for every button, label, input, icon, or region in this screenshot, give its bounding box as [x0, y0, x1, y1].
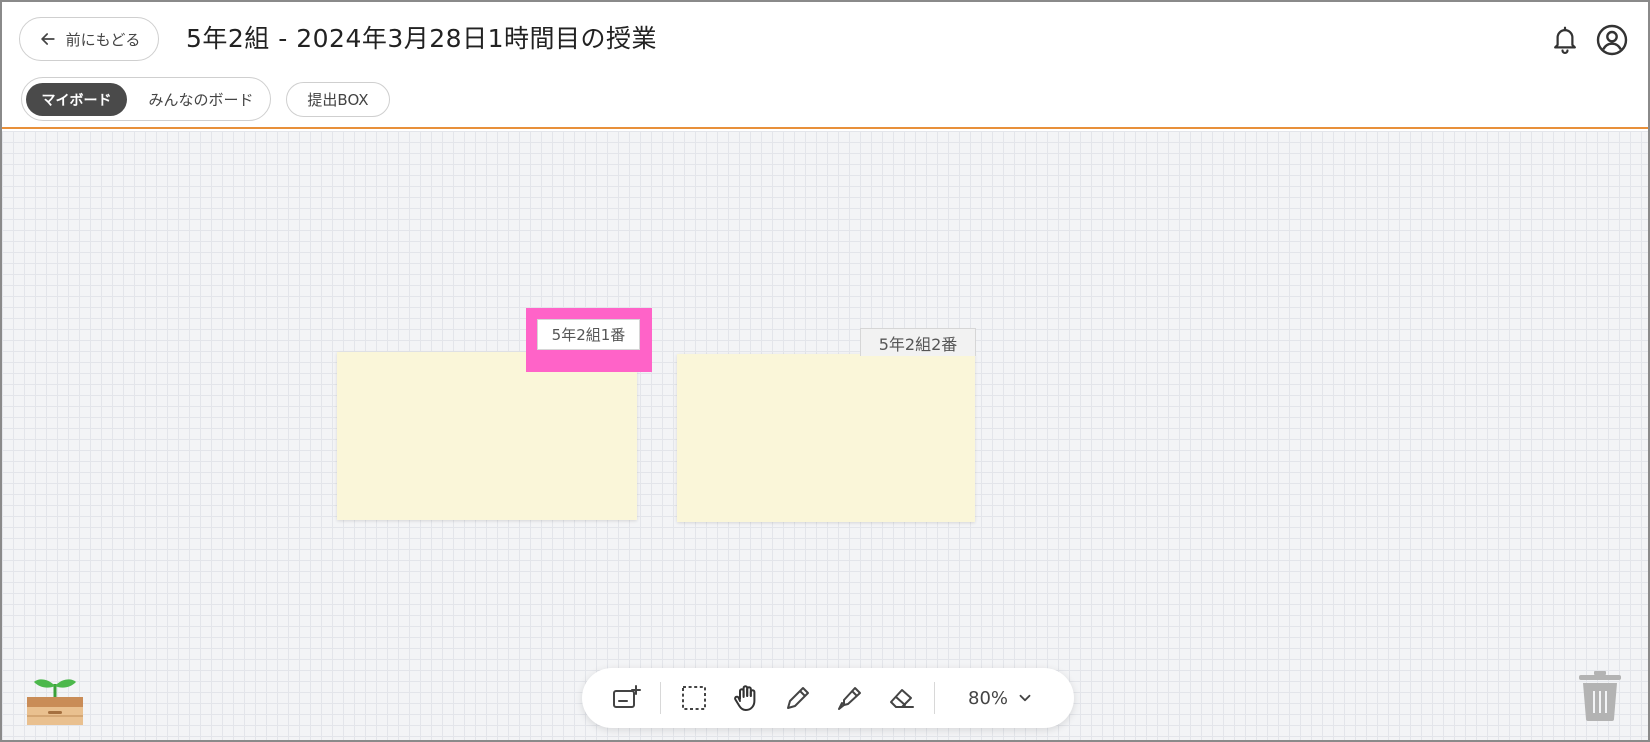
pen-icon[interactable]	[780, 680, 816, 716]
toolbar-separator	[660, 682, 661, 714]
submit-box-button[interactable]: 提出BOX	[286, 82, 390, 117]
zoom-dropdown[interactable]: 80%	[968, 680, 1034, 716]
page-title: 5年2組 - 2024年3月28日1時間目の授業	[186, 24, 657, 53]
toolbar-separator	[934, 682, 935, 714]
tab-my-board[interactable]: マイボード	[26, 83, 127, 116]
card-1[interactable]	[337, 352, 637, 520]
app-window: 前にもどる 5年2組 - 2024年3月28日1時間目の授業 マイボード みんな…	[0, 0, 1650, 742]
add-card-icon[interactable]	[608, 680, 644, 716]
drawing-toolbar: 80%	[582, 668, 1074, 728]
tab-everyone-board[interactable]: みんなのボード	[140, 83, 262, 116]
chevron-down-icon	[1019, 694, 1031, 702]
back-button-label: 前にもどる	[65, 30, 141, 49]
board-toggle: マイボード みんなのボード	[21, 77, 271, 121]
eraser-icon[interactable]	[884, 680, 920, 716]
card-label-1[interactable]: 5年2組1番	[537, 319, 640, 350]
header: 前にもどる 5年2組 - 2024年3月28日1時間目の授業 マイボード みんな…	[2, 2, 1648, 129]
back-button[interactable]: 前にもどる	[19, 17, 159, 61]
account-icon[interactable]	[1596, 24, 1628, 56]
card-2[interactable]	[677, 354, 975, 522]
arrow-left-icon	[40, 33, 55, 45]
marker-icon[interactable]	[832, 680, 868, 716]
board-canvas[interactable]: 5年2組1番 5年2組2番 80%	[2, 131, 1648, 740]
seed-box-icon[interactable]	[24, 668, 86, 726]
select-icon[interactable]	[676, 680, 712, 716]
zoom-level: 80%	[968, 687, 1009, 709]
card-label-2[interactable]: 5年2組2番	[860, 328, 976, 356]
hand-icon[interactable]	[728, 680, 764, 716]
trash-icon[interactable]	[1576, 671, 1624, 721]
bell-icon[interactable]	[1550, 24, 1580, 56]
